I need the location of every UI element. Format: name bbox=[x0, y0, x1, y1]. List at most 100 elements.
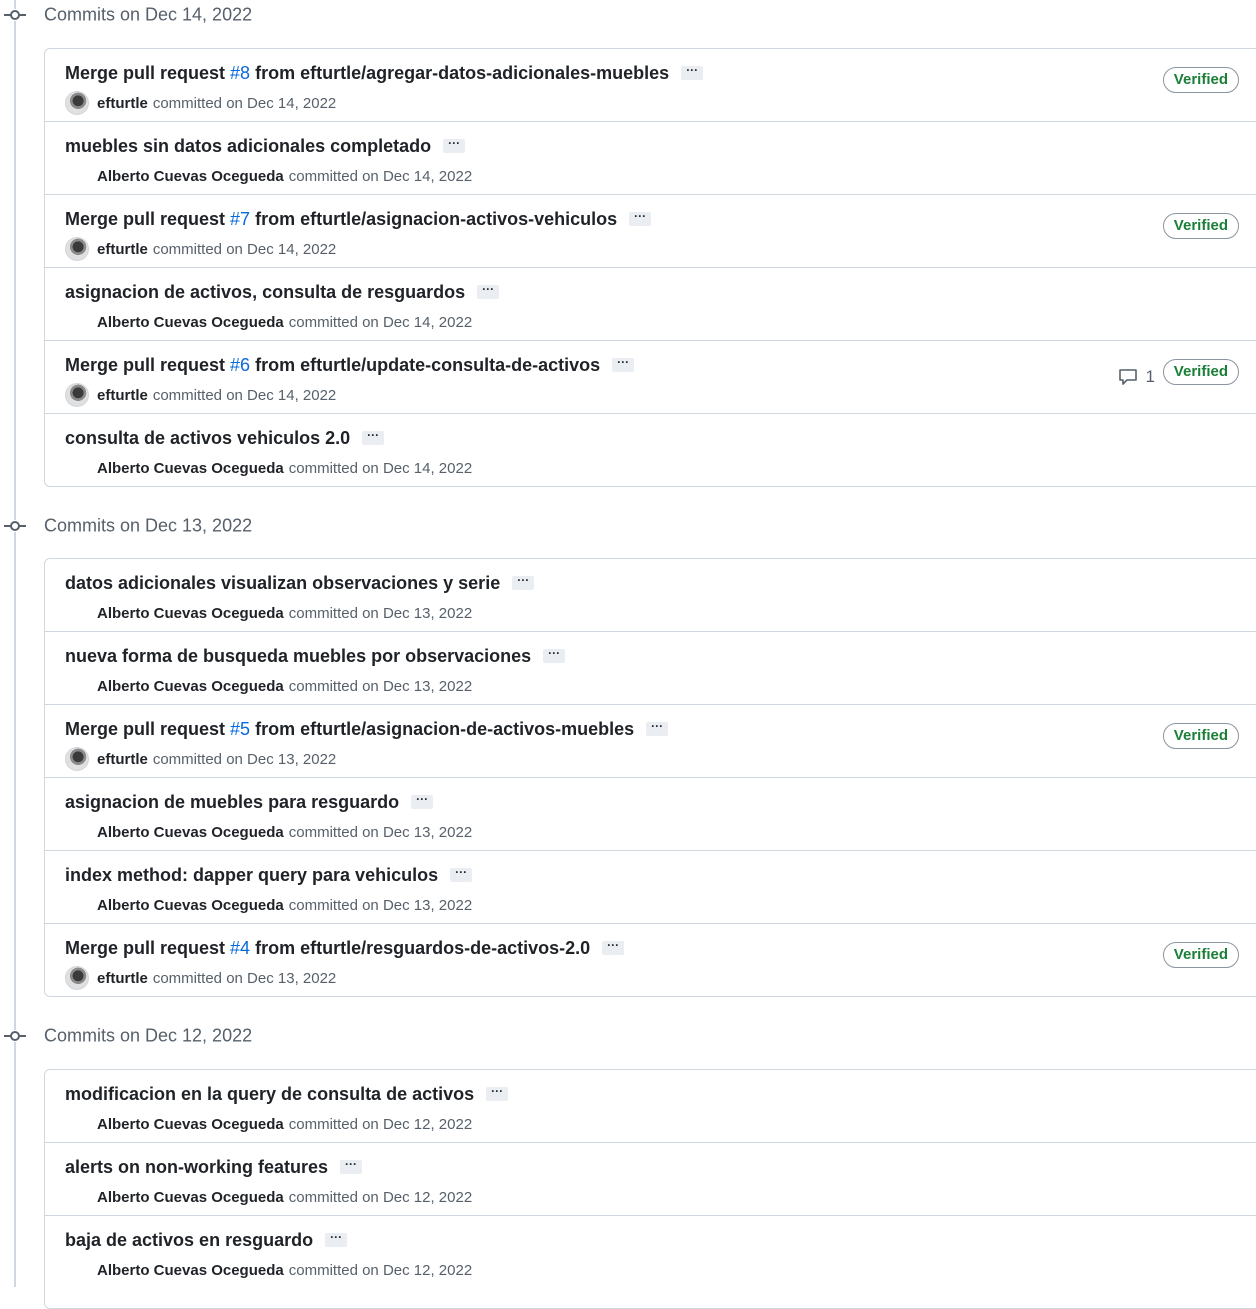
pull-request-link[interactable]: #4 bbox=[230, 938, 250, 958]
commit-message-text[interactable]: Merge pull request bbox=[65, 355, 230, 375]
commit-message-line: index method: dapper query para vehiculo… bbox=[65, 863, 473, 887]
commit-message-line: Merge pull request #8 from efturtle/agre… bbox=[65, 61, 704, 85]
avatar[interactable] bbox=[65, 383, 89, 407]
commit-author[interactable]: Alberto Cuevas Ocegueda bbox=[97, 460, 284, 477]
avatar[interactable] bbox=[65, 91, 89, 115]
commit-row: Merge pull request #5 from efturtle/asig… bbox=[45, 704, 1256, 777]
pull-request-link[interactable]: #6 bbox=[230, 355, 250, 375]
commit-list: datos adicionales visualizan observacion… bbox=[44, 558, 1256, 997]
commit-author[interactable]: efturtle bbox=[97, 751, 148, 768]
commit-message-text[interactable]: from efturtle/asignacion-de-activos-mueb… bbox=[250, 719, 634, 739]
expand-message-button[interactable]: ··· bbox=[602, 939, 625, 955]
commit-message-text[interactable]: index method: dapper query para vehiculo… bbox=[65, 865, 438, 885]
commit-date: committed on Dec 12, 2022 bbox=[288, 1115, 473, 1133]
expand-message-button[interactable]: ··· bbox=[612, 356, 635, 372]
commit-message-text[interactable]: asignacion de activos, consulta de resgu… bbox=[65, 282, 465, 302]
avatar[interactable] bbox=[65, 237, 89, 261]
group-header: Commits on Dec 13, 2022 bbox=[0, 511, 1256, 541]
commit-message[interactable]: Merge pull request #6 from efturtle/upda… bbox=[65, 355, 600, 376]
commit-author[interactable]: Alberto Cuevas Ocegueda bbox=[97, 1189, 284, 1206]
commit-group: Commits on Dec 13, 2022 datos adicionale… bbox=[0, 511, 1256, 997]
commit-date: committed on Dec 14, 2022 bbox=[288, 167, 473, 185]
commit-message[interactable]: modificacion en la query de consulta de … bbox=[65, 1084, 474, 1105]
expand-message-button[interactable]: ··· bbox=[362, 429, 385, 445]
verified-badge[interactable]: Verified bbox=[1162, 213, 1239, 239]
avatar[interactable] bbox=[65, 747, 89, 771]
commit-date: committed on Dec 13, 2022 bbox=[288, 823, 473, 841]
commit-message[interactable]: asignacion de activos, consulta de resgu… bbox=[65, 282, 465, 303]
verified-badge[interactable]: Verified bbox=[1162, 67, 1239, 93]
commit-message-text[interactable]: Merge pull request bbox=[65, 63, 230, 83]
commit-message-text[interactable]: alerts on non-working features bbox=[65, 1157, 328, 1177]
commit-author[interactable]: efturtle bbox=[97, 241, 148, 258]
avatar-placeholder bbox=[65, 456, 89, 480]
commit-message[interactable]: Merge pull request #4 from efturtle/resg… bbox=[65, 938, 590, 959]
commit-message[interactable]: muebles sin datos adicionales completado bbox=[65, 136, 431, 157]
commit-message-text[interactable]: Merge pull request bbox=[65, 938, 230, 958]
pull-request-link[interactable]: #5 bbox=[230, 719, 250, 739]
commit-message[interactable]: asignacion de muebles para resguardo bbox=[65, 792, 399, 813]
expand-message-button[interactable]: ··· bbox=[450, 866, 473, 882]
commit-message[interactable]: Merge pull request #7 from efturtle/asig… bbox=[65, 209, 617, 230]
commit-author[interactable]: Alberto Cuevas Ocegueda bbox=[97, 1116, 284, 1133]
commit-message-text[interactable]: Merge pull request bbox=[65, 209, 230, 229]
expand-message-button[interactable]: ··· bbox=[411, 793, 434, 809]
commit-author[interactable]: efturtle bbox=[97, 970, 148, 987]
commit-message-text[interactable]: muebles sin datos adicionales completado bbox=[65, 136, 431, 156]
expand-message-button[interactable]: ··· bbox=[543, 647, 566, 663]
commit-author[interactable]: Alberto Cuevas Ocegueda bbox=[97, 168, 284, 185]
commit-message-line: alerts on non-working features ··· bbox=[65, 1155, 363, 1179]
commit-message[interactable]: baja de activos en resguardo bbox=[65, 1230, 313, 1251]
commit-row: baja de activos en resguardo ··· Alberto C… bbox=[45, 1215, 1256, 1288]
commit-author[interactable]: Alberto Cuevas Ocegueda bbox=[97, 605, 284, 622]
expand-message-button[interactable]: ··· bbox=[646, 720, 669, 736]
expand-message-button[interactable]: ··· bbox=[443, 137, 466, 153]
verified-badge[interactable]: Verified bbox=[1162, 359, 1239, 385]
commit-message[interactable]: nueva forma de busqueda muebles por obse… bbox=[65, 646, 531, 667]
expand-message-button[interactable]: ··· bbox=[325, 1231, 348, 1247]
commit-message-text[interactable]: Merge pull request bbox=[65, 719, 230, 739]
commit-author[interactable]: efturtle bbox=[97, 95, 148, 112]
commit-message-line: datos adicionales visualizan observacion… bbox=[65, 571, 535, 595]
expand-message-button[interactable]: ··· bbox=[512, 574, 535, 590]
pull-request-link[interactable]: #8 bbox=[230, 63, 250, 83]
expand-message-button[interactable]: ··· bbox=[486, 1085, 509, 1101]
commit-message-text[interactable]: modificacion en la query de consulta de … bbox=[65, 1084, 474, 1104]
commit-message-text[interactable]: nueva forma de busqueda muebles por obse… bbox=[65, 646, 531, 666]
expand-message-button[interactable]: ··· bbox=[340, 1158, 363, 1174]
expand-message-button[interactable]: ··· bbox=[629, 210, 652, 226]
commit-message[interactable]: index method: dapper query para vehiculo… bbox=[65, 865, 438, 886]
commit-message[interactable]: Merge pull request #8 from efturtle/agre… bbox=[65, 63, 669, 84]
verified-badge[interactable]: Verified bbox=[1162, 723, 1239, 749]
commit-message-text[interactable]: asignacion de muebles para resguardo bbox=[65, 792, 399, 812]
commit-author[interactable]: Alberto Cuevas Ocegueda bbox=[97, 314, 284, 331]
comments-link[interactable]: 1 bbox=[1118, 367, 1155, 387]
commit-message-text[interactable]: consulta de activos vehiculos 2.0 bbox=[65, 428, 350, 448]
avatar[interactable] bbox=[65, 966, 89, 990]
commit-message-text[interactable]: from efturtle/update-consulta-de-activos bbox=[250, 355, 600, 375]
commit-message[interactable]: datos adicionales visualizan observacion… bbox=[65, 573, 500, 594]
commit-author[interactable]: efturtle bbox=[97, 387, 148, 404]
commit-date: committed on Dec 13, 2022 bbox=[152, 750, 337, 768]
commit-message-text[interactable]: from efturtle/agregar-datos-adicionales-… bbox=[250, 63, 669, 83]
commit-message-text[interactable]: baja de activos en resguardo bbox=[65, 1230, 313, 1250]
commit-message[interactable]: Merge pull request #5 from efturtle/asig… bbox=[65, 719, 634, 740]
commit-author[interactable]: Alberto Cuevas Ocegueda bbox=[97, 678, 284, 695]
commit-message-text[interactable]: from efturtle/asignacion-activos-vehicul… bbox=[250, 209, 617, 229]
commit-meta: efturtle committed on Dec 13, 2022 bbox=[65, 966, 336, 990]
commit-message[interactable]: consulta de activos vehiculos 2.0 bbox=[65, 428, 350, 449]
commit-message-text[interactable]: datos adicionales visualizan observacion… bbox=[65, 573, 500, 593]
commit-meta: efturtle committed on Dec 13, 2022 bbox=[65, 747, 337, 771]
pull-request-link[interactable]: #7 bbox=[230, 209, 250, 229]
expand-message-button[interactable]: ··· bbox=[681, 64, 704, 80]
avatar-placeholder bbox=[65, 1185, 89, 1209]
expand-message-button[interactable]: ··· bbox=[477, 283, 500, 299]
commit-author[interactable]: Alberto Cuevas Ocegueda bbox=[97, 897, 284, 914]
commit-message[interactable]: alerts on non-working features bbox=[65, 1157, 328, 1178]
commit-author[interactable]: Alberto Cuevas Ocegueda bbox=[97, 1262, 284, 1279]
commit-message-text[interactable]: from efturtle/resguardos-de-activos-2.0 bbox=[250, 938, 590, 958]
commit-date: committed on Dec 14, 2022 bbox=[288, 313, 473, 331]
commit-meta: efturtle committed on Dec 14, 2022 bbox=[65, 237, 336, 261]
commit-author[interactable]: Alberto Cuevas Ocegueda bbox=[97, 824, 284, 841]
verified-badge[interactable]: Verified bbox=[1162, 942, 1239, 968]
